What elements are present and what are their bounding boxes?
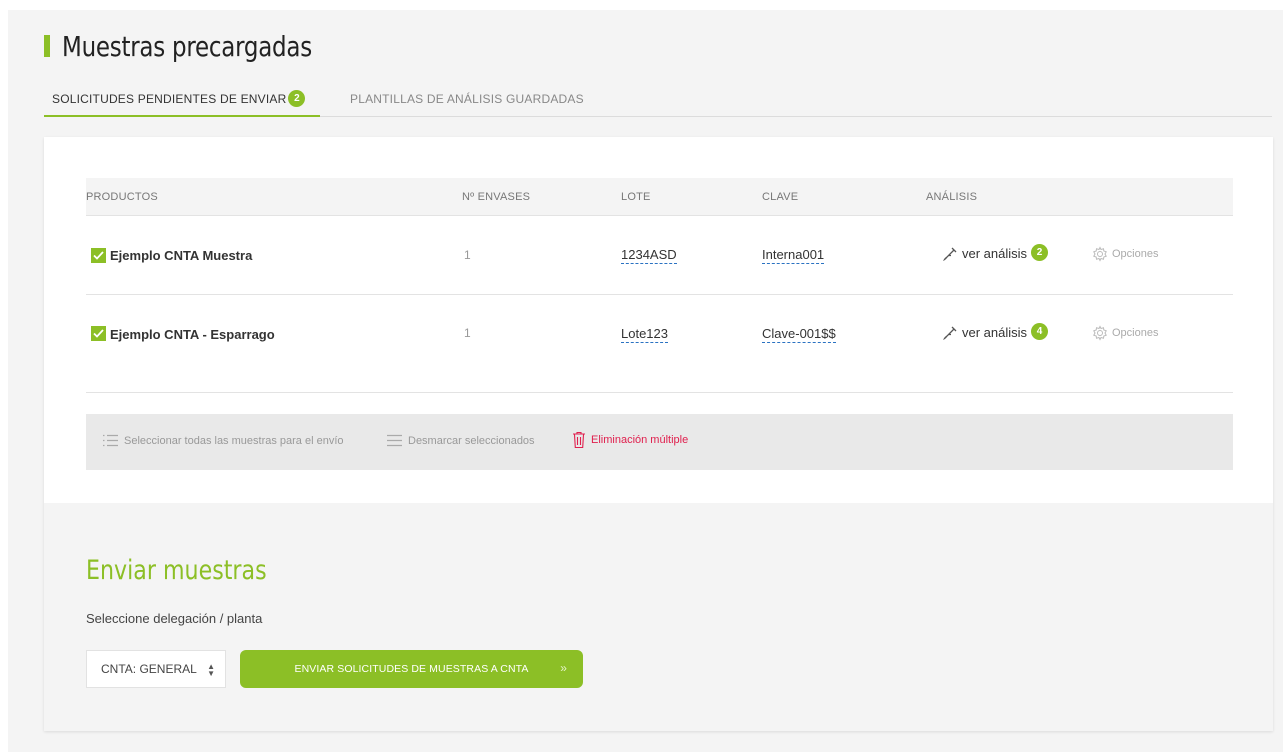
ver-analisis-label: ver análisis bbox=[962, 325, 1028, 340]
gear-icon bbox=[1093, 325, 1107, 341]
send-section-title: Enviar muestras bbox=[86, 555, 267, 586]
opciones-label: Opciones bbox=[1112, 248, 1159, 260]
column-header-lote: LOTE bbox=[621, 191, 651, 203]
tab-bar: SOLICITUDES PENDIENTES DE ENVIAR 2 PLANT… bbox=[44, 90, 1272, 117]
tab-solicitudes-pendientes[interactable]: SOLICITUDES PENDIENTES DE ENVIAR 2 bbox=[44, 90, 320, 117]
double-chevron-right-icon: » bbox=[560, 661, 567, 675]
delegacion-select[interactable]: CNTA: GENERAL ▲ ▼ bbox=[86, 650, 226, 688]
opciones-button[interactable]: Opciones bbox=[1092, 325, 1158, 341]
gear-icon bbox=[1093, 246, 1107, 262]
flask-icon bbox=[943, 247, 957, 261]
opciones-label: Opciones bbox=[1112, 327, 1159, 339]
opciones-button[interactable]: Opciones bbox=[1092, 246, 1158, 262]
select-all-label: Seleccionar todas las muestras para el e… bbox=[124, 434, 344, 447]
delete-multiple-label: Eliminación múltiple bbox=[591, 434, 689, 446]
sort-arrows-icon: ▲ ▼ bbox=[207, 662, 215, 678]
analisis-count-badge: 2 bbox=[1031, 244, 1049, 261]
ver-analisis-link[interactable]: ver análisis 4 bbox=[943, 323, 1049, 340]
unselect-label: Desmarcar seleccionados bbox=[408, 434, 535, 447]
ver-analisis-label: ver análisis bbox=[962, 246, 1028, 261]
lote-field[interactable]: Lote123 bbox=[621, 326, 668, 343]
clave-field[interactable]: Clave-001$$ bbox=[762, 326, 836, 343]
lines-icon bbox=[387, 434, 402, 447]
check-icon[interactable] bbox=[91, 326, 106, 341]
list-icon bbox=[103, 434, 118, 447]
unselect-button[interactable]: Desmarcar seleccionados bbox=[386, 434, 535, 447]
check-icon[interactable] bbox=[91, 248, 106, 263]
flask-icon bbox=[943, 326, 957, 340]
table-header: PRODUCTOS Nº ENVASES LOTE CLAVE ANÁLISIS bbox=[86, 178, 1233, 216]
delegacion-select-value: CNTA: GENERAL bbox=[101, 662, 197, 676]
column-header-envases: Nº ENVASES bbox=[462, 191, 531, 203]
samples-card: PRODUCTOS Nº ENVASES LOTE CLAVE ANÁLISIS… bbox=[44, 137, 1273, 731]
heading-accent-bar bbox=[44, 35, 50, 57]
tab-label: SOLICITUDES PENDIENTES DE ENVIAR bbox=[52, 92, 287, 106]
send-requests-button[interactable]: ENVIAR SOLICITUDES DE MUESTRAS A CNTA » bbox=[240, 650, 583, 688]
column-header-analisis: ANÁLISIS bbox=[926, 191, 978, 203]
column-header-clave: CLAVE bbox=[762, 191, 799, 203]
table-row: Ejemplo CNTA - Esparrago 1 Lote123 Clave… bbox=[86, 295, 1233, 393]
page-heading: Muestras precargadas bbox=[44, 28, 367, 64]
trash-icon bbox=[573, 431, 585, 449]
tab-plantillas-guardadas[interactable]: PLANTILLAS DE ANÁLISIS GUARDADAS bbox=[350, 90, 584, 117]
send-button-label: ENVIAR SOLICITUDES DE MUESTRAS A CNTA bbox=[294, 663, 529, 675]
lote-field[interactable]: 1234ASD bbox=[621, 247, 677, 264]
tab-label: PLANTILLAS DE ANÁLISIS GUARDADAS bbox=[350, 92, 584, 106]
page-title: Muestras precargadas bbox=[62, 29, 312, 63]
ver-analisis-link[interactable]: ver análisis 2 bbox=[943, 244, 1049, 261]
select-all-button[interactable]: Seleccionar todas las muestras para el e… bbox=[102, 434, 344, 447]
analisis-count-badge: 4 bbox=[1031, 323, 1049, 340]
delete-multiple-button[interactable]: Eliminación múltiple bbox=[572, 431, 688, 449]
envases-value: 1 bbox=[464, 326, 471, 340]
column-header-productos: PRODUCTOS bbox=[86, 191, 158, 203]
bulk-actions-bar: Seleccionar todas las muestras para el e… bbox=[86, 414, 1233, 470]
count-badge: 2 bbox=[288, 90, 306, 107]
product-name: Ejemplo CNTA - Esparrago bbox=[110, 327, 275, 342]
send-section-subtitle: Seleccione delegación / planta bbox=[86, 611, 263, 626]
table-row: Ejemplo CNTA Muestra 1 1234ASD Interna00… bbox=[86, 217, 1233, 295]
envases-value: 1 bbox=[464, 248, 471, 262]
product-name: Ejemplo CNTA Muestra bbox=[110, 248, 253, 263]
clave-field[interactable]: Interna001 bbox=[762, 247, 825, 264]
